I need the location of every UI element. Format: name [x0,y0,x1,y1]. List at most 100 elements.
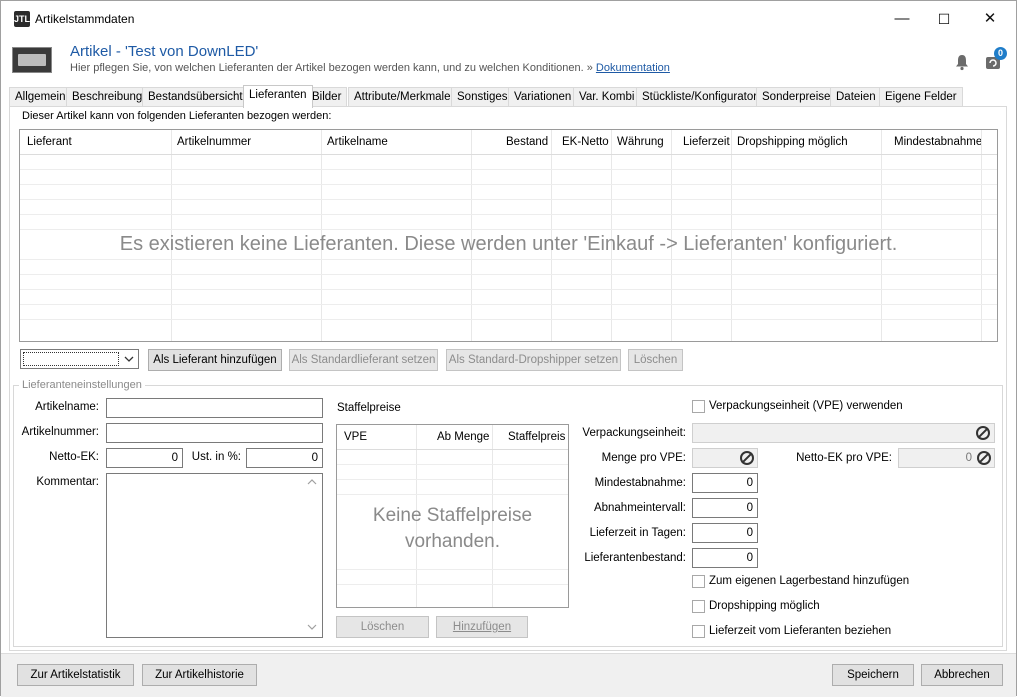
use-vpe-checkbox[interactable] [692,400,705,413]
kommentar-label: Kommentar: [36,476,99,488]
menge-pro-vpe-label: Menge pro VPE: [601,452,686,464]
lieferzeit-lieferant-label: Lieferzeit vom Lieferanten beziehen [709,625,892,637]
mindestabnahme-field[interactable]: 0 [692,473,758,493]
netto-ek-label: Netto-EK: [49,451,99,463]
staffel-column-vpe[interactable]: VPE [344,431,367,443]
minimize-button[interactable]: — [879,1,925,37]
suppliers-empty-message: Es existieren keine Lieferanten. Diese w… [119,233,898,255]
article-title: Artikel - 'Test von DownLED' [70,43,259,60]
cancel-button[interactable]: Abbrechen [921,664,1003,686]
tab-bestandsuebersicht[interactable]: Bestandsübersicht [142,87,249,107]
staffel-delete-button[interactable]: Löschen [336,616,429,638]
notification-badge: 0 [994,47,1007,60]
column-header-lieferant[interactable]: Lieferant [27,136,72,148]
column-header-ek-netto[interactable]: EK-Netto [562,136,609,148]
tab-sonstiges[interactable]: Sonstiges [451,87,514,107]
staffel-add-button[interactable]: Hinzufügen [436,616,528,638]
scroll-up-icon[interactable] [306,477,318,487]
tab-dateien[interactable]: Dateien [830,87,882,107]
article-master-data-window: JTL Artikelstammdaten — ☐ ✕ Artikel - 'T… [0,0,1017,697]
subtitle-text: Hier pflegen Sie, von welchen Lieferante… [70,62,584,74]
use-vpe-label: Verpackungseinheit (VPE) verwenden [709,400,903,412]
close-button[interactable]: ✕ [967,1,1013,37]
tab-lieferanten[interactable]: Lieferanten [243,85,313,108]
verpackungseinheit-field[interactable] [692,423,995,443]
column-header-bestand[interactable]: Bestand [506,136,548,148]
tab-allgemein[interactable]: Allgemein [9,87,72,107]
delete-supplier-button[interactable]: Löschen [628,349,683,371]
window-title: Artikelstammdaten [35,12,135,26]
dropshipping-label: Dropshipping möglich [709,600,820,612]
documentation-link[interactable]: Dokumentation [596,62,670,74]
staffel-column-staffelpreis[interactable]: Staffelpreis [508,431,565,443]
staffel-table[interactable]: VPE Ab Menge Staffelpreis Keine Staffelp… [336,424,569,608]
staffel-empty-line-1: Keine Staffelpreise [372,505,533,526]
row-divider [20,184,997,185]
no-entry-icon [977,451,991,465]
column-header-dropshipping[interactable]: Dropshipping möglich [737,136,848,148]
article-image [12,47,52,73]
row-divider [337,494,568,495]
set-standard-supplier-button[interactable]: Als Standardlieferant setzen [289,349,438,371]
supplier-select-value [23,352,119,366]
suppliers-caption: Dieser Artikel kann von folgenden Liefer… [22,110,332,122]
row-divider [20,274,997,275]
title-bar: JTL Artikelstammdaten — ☐ ✕ [1,1,1016,37]
column-header-artikelname[interactable]: Artikelname [327,136,388,148]
row-divider [20,214,997,215]
ust-label: Ust. in %: [191,451,241,463]
column-header-lieferzeit[interactable]: Lieferzeit [683,136,730,148]
tab-attribute-merkmale[interactable]: Attribute/Merkmale [348,87,457,107]
staffel-column-ab-menge[interactable]: Ab Menge [437,431,489,443]
staffel-title: Staffelpreise [337,402,401,414]
tab-sonderpreise[interactable]: Sonderpreise [756,87,837,107]
no-entry-icon [740,451,754,465]
tab-beschreibung[interactable]: Beschreibung [66,87,149,107]
artikelhistorie-button[interactable]: Zur Artikelhistorie [142,664,257,686]
tab-var-kombi[interactable]: Var. Kombi [573,87,641,107]
lieferantenbestand-field[interactable]: 0 [692,548,758,568]
column-header-mindestabnahme[interactable]: Mindestabnahme [894,136,982,148]
save-button[interactable]: Speichern [832,664,914,686]
row-divider [20,169,997,170]
staffel-empty-message: Keine Staffelpreise vorhanden. [337,503,568,555]
supplier-settings-title: Lieferanteneinstellungen [19,379,145,391]
suppliers-table[interactable]: Lieferant Artikelnummer Artikelname Best… [19,129,998,342]
article-subtitle: Hier pflegen Sie, von welchen Lieferante… [70,62,670,74]
lieferantenbestand-label: Lieferantenbestand: [584,552,686,564]
verpackungseinheit-label: Verpackungseinheit: [582,427,686,439]
doc-arrow: » [586,62,593,74]
lieferzeit-tage-field[interactable]: 0 [692,523,758,543]
mindestabnahme-label: Mindestabnahme: [594,477,686,489]
jtl-app-icon: JTL [14,11,30,27]
chevron-down-icon [124,356,134,362]
supplier-select[interactable] [20,349,139,369]
lieferzeit-lieferant-checkbox[interactable] [692,625,705,638]
column-header-artikelnummer[interactable]: Artikelnummer [177,136,251,148]
netto-ek-field[interactable]: 0 [106,448,183,468]
dropshipping-checkbox[interactable] [692,600,705,613]
artikelstatistik-button[interactable]: Zur Artikelstatistik [17,664,134,686]
row-divider [20,289,997,290]
row-divider [337,464,568,465]
artikelname-field[interactable] [106,398,323,418]
abnahmeintervall-field[interactable]: 0 [692,498,758,518]
artikelnummer-field[interactable] [106,423,323,443]
add-supplier-button[interactable]: Als Lieferant hinzufügen [148,349,282,371]
tab-variationen[interactable]: Variationen [508,87,578,107]
scroll-down-icon[interactable] [306,622,318,632]
lagerbestand-checkbox[interactable] [692,575,705,588]
bell-icon[interactable] [953,53,971,71]
lieferzeit-tage-label: Lieferzeit in Tagen: [589,527,686,539]
row-divider [20,259,997,260]
column-header-waehrung[interactable]: Währung [617,136,664,148]
tab-stueckliste-konfigurator[interactable]: Stückliste/Konfigurator [636,87,764,107]
ust-field[interactable]: 0 [246,448,323,468]
abnahmeintervall-label: Abnahmeintervall: [593,502,686,514]
maximize-button[interactable]: ☐ [921,1,967,37]
set-standard-dropshipper-button[interactable]: Als Standard-Dropshipper setzen [446,349,621,371]
tab-eigene-felder[interactable]: Eigene Felder [879,87,963,107]
tab-strip: Allgemein Beschreibung Bestandsübersicht… [9,85,1009,108]
kommentar-textarea[interactable] [106,473,323,638]
row-divider [20,304,997,305]
